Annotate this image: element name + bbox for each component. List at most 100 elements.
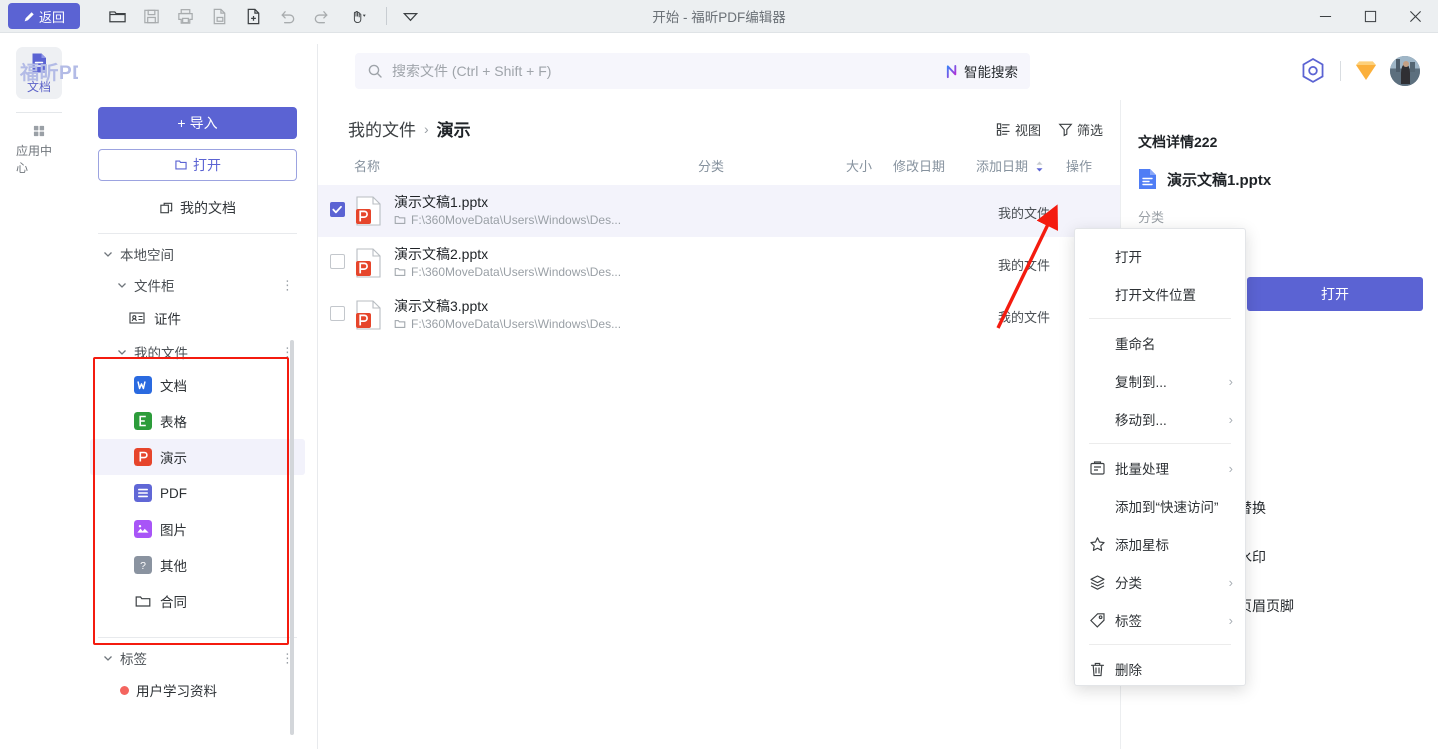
ai-sparkle-icon bbox=[946, 64, 957, 78]
table-row[interactable]: 演示文稿3.pptx F:\360MoveData\Users\Windows\… bbox=[318, 289, 1387, 341]
gear-icon[interactable] bbox=[1298, 56, 1328, 86]
tree-group-menu-button[interactable]: ⋮ bbox=[281, 278, 294, 291]
row-checkbox[interactable] bbox=[330, 202, 345, 217]
tree-group-local-space[interactable]: 本地空间 bbox=[98, 238, 297, 269]
table-row[interactable]: 演示文稿1.pptx F:\360MoveData\Users\Windows\… bbox=[318, 185, 1387, 237]
vip-diamond-icon[interactable] bbox=[1353, 58, 1379, 84]
open-button-label: 打开 bbox=[193, 157, 221, 173]
ai-search-button[interactable]: 智能搜索 bbox=[945, 61, 1018, 81]
filter-button[interactable]: 筛选 bbox=[1058, 120, 1103, 139]
window-controls bbox=[1303, 0, 1438, 33]
file-name[interactable]: 演示文稿2.pptx bbox=[394, 244, 488, 264]
view-button[interactable]: 视图 bbox=[996, 120, 1041, 139]
context-menu-divider bbox=[1089, 318, 1231, 319]
context-menu-item-tag[interactable]: 标签 › bbox=[1075, 601, 1245, 639]
panel-open-button[interactable]: 打开 bbox=[1247, 277, 1423, 311]
file-path: F:\360MoveData\Users\Windows\Des... bbox=[394, 213, 621, 227]
print-icon bbox=[168, 2, 202, 30]
column-header-added[interactable]: 添加日期 bbox=[976, 156, 1044, 175]
open-button[interactable]: 打开 bbox=[98, 149, 297, 181]
file-name[interactable]: 演示文稿3.pptx bbox=[394, 296, 488, 316]
search-bar[interactable]: 智能搜索 bbox=[355, 53, 1030, 89]
tree-item-pdf[interactable]: PDF bbox=[90, 475, 305, 511]
tree-item-images[interactable]: 图片 bbox=[90, 511, 305, 547]
context-menu-item-add-star[interactable]: 添加星标 bbox=[1075, 525, 1245, 563]
context-menu-item-open-location[interactable]: 打开文件位置 bbox=[1075, 275, 1245, 313]
toolbar-icon-group bbox=[100, 2, 427, 30]
minimize-button[interactable] bbox=[1303, 0, 1348, 33]
sidebar-item-app-center[interactable]: 应用中心 bbox=[16, 124, 62, 176]
context-menu-item-batch-process[interactable]: 批量处理 › bbox=[1075, 449, 1245, 487]
tree-item-label: 文档 bbox=[160, 379, 187, 394]
column-header-modified[interactable]: 修改日期 bbox=[893, 156, 945, 175]
folder-small-icon bbox=[394, 216, 406, 224]
sidebar-scrollbar[interactable] bbox=[290, 340, 294, 735]
breadcrumb-root[interactable]: 我的文件 bbox=[348, 116, 416, 141]
tree-item-certificates[interactable]: 证件 bbox=[90, 300, 305, 336]
context-menu-item-delete[interactable]: 删除 bbox=[1075, 650, 1245, 688]
file-path: F:\360MoveData\Users\Windows\Des... bbox=[394, 317, 621, 331]
column-header-category[interactable]: 分类 bbox=[698, 156, 724, 175]
sort-desc-icon bbox=[1036, 161, 1043, 172]
maximize-button[interactable] bbox=[1348, 0, 1393, 33]
import-plus-label: + bbox=[177, 115, 186, 131]
context-menu-label: 复制到... bbox=[1115, 375, 1167, 390]
column-header-size[interactable]: 大小 bbox=[846, 156, 872, 175]
tree-group-my-files[interactable]: 我的文件 ⋮ bbox=[98, 336, 297, 367]
search-input[interactable] bbox=[392, 63, 945, 79]
save-as-icon bbox=[202, 2, 236, 30]
tree-item-presentation[interactable]: 演示 bbox=[90, 439, 305, 475]
folder-small-icon bbox=[394, 320, 406, 328]
close-button[interactable] bbox=[1393, 0, 1438, 33]
open-folder-icon[interactable] bbox=[100, 2, 134, 30]
context-menu-item-rename[interactable]: 重命名 bbox=[1075, 324, 1245, 362]
column-header-name[interactable]: 名称 bbox=[354, 156, 380, 175]
my-documents-item[interactable]: 我的文档 bbox=[98, 193, 297, 223]
ai-search-label: 智能搜索 bbox=[964, 65, 1018, 80]
context-menu-label: 批量处理 bbox=[1115, 462, 1169, 477]
context-menu-item-add-quick-access[interactable]: 添加到“快速访问” bbox=[1075, 487, 1245, 525]
breadcrumb-current: 演示 bbox=[436, 121, 471, 140]
chevron-right-icon: › bbox=[1228, 612, 1233, 628]
context-menu-label: 分类 bbox=[1115, 576, 1142, 591]
context-menu-item-move-to[interactable]: 移动到... › bbox=[1075, 400, 1245, 438]
row-checkbox[interactable] bbox=[330, 306, 345, 321]
tree-item-other[interactable]: ? 其他 bbox=[90, 547, 305, 583]
tree-group-cabinet[interactable]: 文件柜 ⋮ bbox=[98, 269, 297, 300]
context-menu-label: 重命名 bbox=[1115, 337, 1156, 352]
tree-item-contract[interactable]: 合同 bbox=[90, 583, 305, 619]
powerpoint-icon bbox=[134, 448, 152, 466]
chevron-right-icon: › bbox=[1228, 411, 1233, 427]
context-menu-item-copy-to[interactable]: 复制到... › bbox=[1075, 362, 1245, 400]
tree-item-tag[interactable]: 用户学习资料 bbox=[98, 673, 297, 707]
tree-item-label: 图片 bbox=[160, 523, 187, 538]
redo-icon bbox=[304, 2, 338, 30]
application-window: 返回 开始 - 福昕PDF编辑器 文档 应用中心 + 导入 打开 我的文档 本地… bbox=[0, 0, 1438, 749]
file-name[interactable]: 演示文稿1.pptx bbox=[394, 192, 488, 212]
import-button[interactable]: + 导入 bbox=[98, 107, 297, 139]
file-category: 我的文件 bbox=[998, 258, 1051, 273]
tree-group-tags[interactable]: 标签 ⋮ bbox=[98, 642, 297, 673]
context-menu-item-open[interactable]: 打开 bbox=[1075, 237, 1245, 275]
header-actions bbox=[1298, 56, 1420, 86]
context-menu-label: 移动到... bbox=[1115, 413, 1167, 428]
file-path: F:\360MoveData\Users\Windows\Des... bbox=[394, 265, 621, 279]
title-bar: 返回 开始 - 福昕PDF编辑器 bbox=[0, 0, 1438, 33]
back-button[interactable]: 返回 bbox=[8, 3, 80, 29]
tree-item-word[interactable]: 文档 bbox=[90, 367, 305, 403]
new-document-icon[interactable] bbox=[236, 2, 270, 30]
view-actions: 视图 筛选 bbox=[996, 120, 1103, 139]
header-divider bbox=[1340, 61, 1341, 81]
table-row[interactable]: 演示文稿2.pptx F:\360MoveData\Users\Windows\… bbox=[318, 237, 1387, 289]
left-rail: 文档 应用中心 bbox=[0, 33, 78, 749]
tree-item-spreadsheet[interactable]: 表格 bbox=[90, 403, 305, 439]
user-avatar[interactable] bbox=[1390, 56, 1420, 86]
hand-tool-icon[interactable] bbox=[338, 2, 380, 30]
tag-color-dot bbox=[120, 685, 129, 695]
tree-group-label: 标签 bbox=[120, 651, 147, 667]
star-icon bbox=[1090, 536, 1105, 551]
chevron-down-icon[interactable] bbox=[393, 2, 427, 30]
row-checkbox[interactable] bbox=[330, 254, 345, 269]
file-list: 演示文稿1.pptx F:\360MoveData\Users\Windows\… bbox=[318, 185, 1387, 341]
context-menu-item-category[interactable]: 分类 › bbox=[1075, 563, 1245, 601]
